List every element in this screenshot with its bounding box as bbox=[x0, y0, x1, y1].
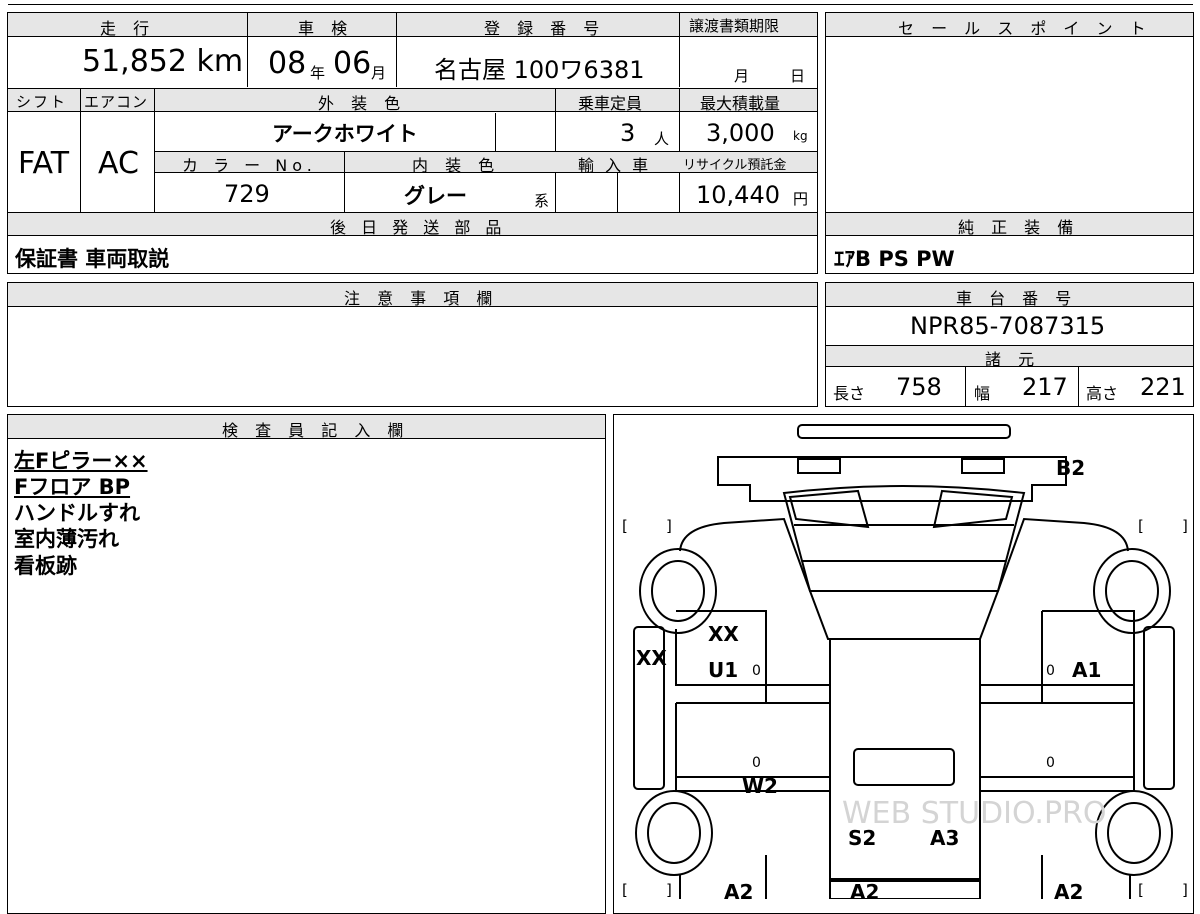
divider bbox=[80, 88, 81, 212]
transfer-month-unit: 月 bbox=[734, 67, 750, 85]
capacity-value: 3 bbox=[620, 119, 636, 147]
front-lamp-right bbox=[961, 458, 1005, 474]
zero-mark: 0 bbox=[752, 663, 761, 679]
hood bbox=[809, 590, 999, 640]
inspector-line: 室内薄汚れ bbox=[14, 527, 119, 551]
zero-mark: 0 bbox=[1046, 755, 1055, 771]
cab-side-left bbox=[679, 517, 811, 592]
svg-text:[: [ bbox=[622, 881, 628, 899]
inspection-month: 06 bbox=[333, 46, 372, 81]
svg-text:[: [ bbox=[1138, 881, 1144, 899]
aircon-value: AC bbox=[98, 146, 139, 181]
damage-mark-a2-right: A2 bbox=[1054, 880, 1083, 899]
damage-mark-w2: W2 bbox=[742, 774, 778, 798]
exterior-color-value: アークホワイト bbox=[272, 122, 418, 146]
inspector-header: 検 査 員 記 入 欄 bbox=[222, 421, 410, 440]
zero-mark: 0 bbox=[1046, 663, 1055, 679]
chassis-header: 車 台 番 号 bbox=[956, 289, 1078, 308]
color-number-header: カ ラ ー No. bbox=[182, 156, 317, 175]
damage-mark-a2-left: A2 bbox=[724, 880, 753, 899]
svg-text:]: ] bbox=[1182, 881, 1188, 899]
length-label: 長さ bbox=[833, 384, 866, 403]
shift-header: シフト bbox=[16, 93, 68, 111]
later-parts-header: 後 日 発 送 部 品 bbox=[330, 218, 507, 237]
inspection-header: 車 検 bbox=[298, 19, 354, 38]
bed-hatch bbox=[853, 748, 955, 786]
damage-mark-u1: U1 bbox=[708, 658, 738, 682]
transfer-deadline-header: 譲渡書類期限 bbox=[689, 17, 780, 35]
step-right bbox=[1143, 626, 1175, 790]
front-lamp-left bbox=[797, 458, 841, 474]
length-value: 758 bbox=[896, 373, 942, 401]
roof-marker-light bbox=[797, 424, 1011, 439]
chassis-number: NPR85-7087315 bbox=[910, 312, 1106, 340]
max-load-value: 3,000 bbox=[706, 119, 775, 147]
damage-mark-xx-top: XX bbox=[708, 622, 739, 646]
equipment-header: 純 正 装 備 bbox=[958, 218, 1080, 237]
front-bumper bbox=[717, 456, 1067, 502]
divider bbox=[679, 13, 680, 87]
interior-color-value: グレー bbox=[404, 184, 467, 208]
vent-left bbox=[788, 489, 870, 529]
interior-color-header: 内 装 色 bbox=[412, 156, 501, 175]
inspection-year: 08 bbox=[268, 46, 307, 81]
divider bbox=[396, 13, 397, 87]
damage-mark-a1: A1 bbox=[1072, 658, 1101, 682]
shift-value: FAT bbox=[18, 146, 70, 181]
recycle-deposit-unit: 円 bbox=[793, 190, 809, 208]
mileage-value: 51,852 km bbox=[82, 44, 244, 79]
divider bbox=[965, 367, 966, 406]
truck-body-diagram: [] [] [] [] B2 XX XX U1 A1 W2 S2 A3 A2 A… bbox=[622, 424, 1188, 899]
width-label: 幅 bbox=[974, 384, 991, 403]
transfer-day-unit: 日 bbox=[790, 67, 806, 85]
width-value: 217 bbox=[1022, 373, 1068, 401]
specs-header: 諸 元 bbox=[985, 350, 1041, 369]
recycle-deposit-value: 10,440 bbox=[696, 181, 780, 209]
svg-text:]: ] bbox=[666, 881, 672, 899]
damage-mark-xx-left: XX bbox=[636, 646, 667, 670]
month-unit: 月 bbox=[371, 64, 387, 82]
recycle-deposit-header: リサイクル預託金 bbox=[683, 158, 787, 173]
notes-header: 注 意 事 項 欄 bbox=[344, 289, 499, 308]
damage-mark-b2: B2 bbox=[1056, 456, 1085, 480]
divider bbox=[1078, 367, 1079, 406]
divider bbox=[344, 151, 345, 212]
registration-number: 名古屋 100ワ6381 bbox=[434, 56, 645, 84]
watermark-text: WEB STUDIO.PRO bbox=[842, 796, 1107, 831]
damage-mark-a2-mid: A2 bbox=[850, 880, 879, 899]
interior-color-suffix: 系 bbox=[534, 192, 550, 210]
max-load-header: 最大積載量 bbox=[700, 94, 781, 113]
aircon-header: エアコン bbox=[84, 93, 149, 111]
mileage-header: 走 行 bbox=[100, 19, 156, 38]
svg-text:]: ] bbox=[1182, 517, 1188, 535]
equipment-value: ｴｱB PS PW bbox=[834, 247, 955, 271]
max-load-unit: kg bbox=[793, 129, 808, 143]
height-label: 高さ bbox=[1086, 384, 1119, 403]
svg-text:[: [ bbox=[622, 517, 628, 535]
svg-text:[: [ bbox=[1138, 517, 1144, 535]
sales-point-header: セ ー ル ス ポ イ ン ト bbox=[898, 19, 1152, 38]
import-header: 輸 入 車 bbox=[578, 156, 652, 175]
year-unit: 年 bbox=[310, 64, 326, 82]
divider bbox=[495, 113, 496, 151]
exterior-color-header: 外 装 色 bbox=[318, 94, 407, 113]
registration-header: 登 録 番 号 bbox=[484, 19, 606, 38]
divider bbox=[247, 13, 248, 87]
zero-mark: 0 bbox=[752, 755, 761, 771]
divider bbox=[154, 88, 155, 212]
divider bbox=[679, 88, 680, 212]
inspector-line: 看板跡 bbox=[14, 554, 77, 578]
capacity-header: 乗車定員 bbox=[578, 94, 643, 113]
height-value: 221 bbox=[1140, 373, 1186, 401]
divider bbox=[617, 173, 618, 212]
vent-right bbox=[932, 489, 1014, 529]
later-parts-value: 保証書 車両取説 bbox=[15, 247, 170, 271]
svg-text:]: ] bbox=[666, 517, 672, 535]
color-number-value: 729 bbox=[224, 180, 270, 208]
capacity-unit: 人 bbox=[654, 130, 670, 148]
divider bbox=[555, 88, 556, 212]
top-edge-line bbox=[8, 4, 1193, 5]
